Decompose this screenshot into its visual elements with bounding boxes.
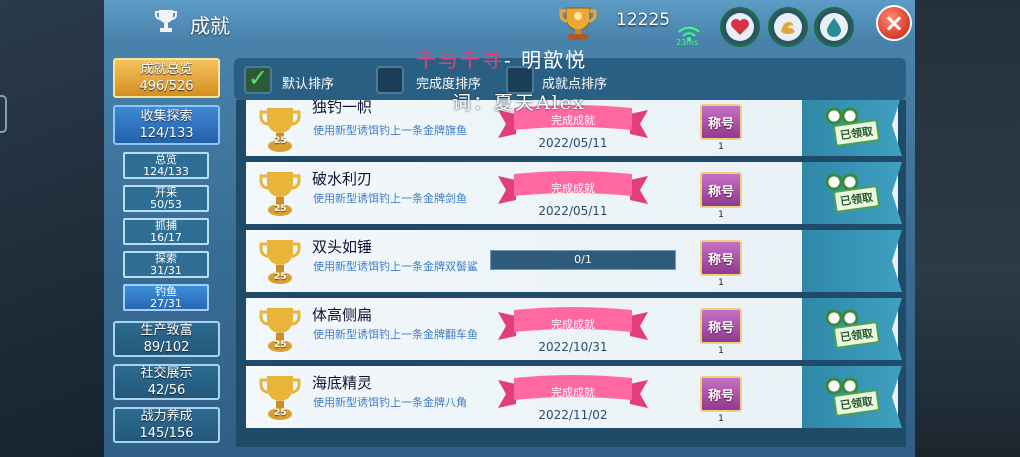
water-drop-icon <box>820 13 848 41</box>
sidebar-item-label: 战力养成 <box>140 409 193 424</box>
row-reward-band <box>802 230 902 292</box>
achievement-points: 25 <box>274 272 287 282</box>
lyric-artist: - 明歆悦 <box>504 48 588 72</box>
sidebar-subitem-label: 开采 <box>155 185 177 199</box>
achievement-desc: 使用新型诱饵钓上一条金牌旗鱼 <box>313 124 467 137</box>
achievement-desc: 使用新型诱饵钓上一条金牌八角 <box>313 396 467 409</box>
sidebar-subitem-count: 27/31 <box>150 296 182 310</box>
side-drawer-handle[interactable] <box>0 95 7 133</box>
ping-readout: 23ms <box>676 38 699 47</box>
sidebar-item-label: 生产致富 <box>140 323 193 338</box>
title-reward-badge[interactable]: 称号 <box>700 104 742 140</box>
progress-bar: 0/1 <box>490 250 676 270</box>
achievement-name: 海底精灵 <box>312 374 373 392</box>
sidebar-subitem-label: 钓鱼 <box>155 284 177 298</box>
reward-label: 称号 <box>707 388 734 404</box>
close-button[interactable]: × <box>876 5 912 41</box>
lyric-line-1: 千与千寻- 明歆悦 <box>416 44 587 73</box>
sidebar-item-label: 成就总览 <box>140 62 193 77</box>
gold-cup-icon <box>559 7 597 40</box>
heart-icon <box>726 13 754 41</box>
sidebar-item-power[interactable]: 战力养成 145/156 <box>113 407 220 443</box>
left-backdrop <box>0 0 104 457</box>
title-reward-badge[interactable]: 称号 <box>700 376 742 412</box>
achievement-points: 25 <box>274 408 287 418</box>
achievement-desc: 使用新型诱饵钓上一条金牌剑鱼 <box>313 192 467 205</box>
title-reward-badge[interactable]: 称号 <box>700 172 742 208</box>
sidebar-subitem-capture[interactable]: 抓捕 16/17 <box>123 218 209 245</box>
trophy-icon <box>155 10 177 32</box>
right-backdrop <box>915 0 1020 457</box>
progress-text: 0/1 <box>574 253 592 266</box>
achievement-name: 双头如锤 <box>312 238 373 256</box>
sidebar-item-count: 496/526 <box>139 79 194 94</box>
health-stat[interactable] <box>720 7 760 47</box>
achievement-points: 25 <box>274 136 287 146</box>
sidebar-subitem-count: 31/31 <box>150 263 182 277</box>
sidebar-item-count: 42/56 <box>147 383 186 398</box>
sidebar-subitem-label: 抓捕 <box>155 218 177 232</box>
achievement-name: 体高侧扁 <box>312 306 373 324</box>
sidebar-subitem-fishing[interactable]: 钓鱼 27/31 <box>123 284 209 311</box>
sidebar-subitem-label: 总览 <box>155 152 177 166</box>
page-title: 成就 <box>190 14 230 38</box>
sort-completion-checkbox[interactable] <box>376 66 404 94</box>
completion-date: 2022/11/02 <box>538 408 608 422</box>
reward-label: 称号 <box>707 116 734 132</box>
sidebar-item-social[interactable]: 社交展示 42/56 <box>113 364 220 400</box>
sidebar-subitem-count: 124/133 <box>143 164 189 178</box>
achievement-score: 12225 <box>616 10 671 30</box>
achievement-desc: 使用新型诱饵钓上一条金牌翻车鱼 <box>313 328 478 341</box>
completion-date: 2022/05/11 <box>538 204 608 218</box>
achievement-points: 25 <box>274 204 287 214</box>
reward-count: 1 <box>718 346 724 356</box>
reward-count: 1 <box>718 414 724 424</box>
checkmark-icon: ✓ <box>248 64 269 92</box>
sidebar-item-label: 社交展示 <box>140 366 193 381</box>
reward-label: 称号 <box>707 320 734 336</box>
sidebar-item-overview[interactable]: 成就总览 496/526 <box>113 58 220 98</box>
achievement-name: 独钓一帜 <box>312 100 373 116</box>
achievement-desc: 使用新型诱饵钓上一条金牌双髻鲨 <box>313 260 478 273</box>
completion-date: 2022/05/11 <box>538 136 608 150</box>
title-reward-badge[interactable]: 称号 <box>700 240 742 276</box>
water-stat[interactable] <box>814 7 854 47</box>
sidebar-subitem-summary[interactable]: 总览 124/133 <box>123 152 209 179</box>
sidebar-subitem-explore[interactable]: 探索 31/31 <box>123 251 209 278</box>
sort-default-label: 默认排序 <box>282 77 335 92</box>
reward-label: 称号 <box>707 184 734 200</box>
status-text: 完成成就 <box>551 318 595 331</box>
title-reward-badge[interactable]: 称号 <box>700 308 742 344</box>
sidebar-subitem-count: 16/17 <box>150 230 182 244</box>
sidebar-subitem-mining[interactable]: 开采 50/53 <box>123 185 209 212</box>
sidebar-subitem-label: 探索 <box>155 251 177 265</box>
sidebar-item-count: 124/133 <box>139 126 194 141</box>
reward-count: 1 <box>718 142 724 152</box>
sidebar-item-production[interactable]: 生产致富 89/102 <box>113 321 220 357</box>
achievement-list[interactable]: 25 独钓一帜 使用新型诱饵钓上一条金牌旗鱼 完成成就 2022/05/11 称… <box>236 100 906 447</box>
achievement-name: 破水利刃 <box>312 170 373 188</box>
reward-count: 1 <box>718 278 724 288</box>
lyric-line-2: 词：夏天Alex <box>452 92 586 114</box>
sidebar-subitem-count: 50/53 <box>150 197 182 211</box>
muscle-icon <box>774 13 802 41</box>
achievement-points: 25 <box>274 340 287 350</box>
reward-label: 称号 <box>707 252 734 268</box>
sidebar-item-collect-explore[interactable]: 收集探索 124/133 <box>113 105 220 145</box>
sidebar-item-count: 89/102 <box>143 340 190 355</box>
sort-default-checkbox[interactable]: ✓ <box>244 64 272 94</box>
close-icon: × <box>883 9 905 37</box>
sidebar-item-label: 收集探索 <box>140 109 193 124</box>
completion-date: 2022/10/31 <box>538 340 608 354</box>
status-text: 完成成就 <box>551 182 595 195</box>
sidebar-item-count: 145/156 <box>139 426 194 441</box>
lyric-song-title: 千与千寻 <box>416 48 504 72</box>
trophy-icon <box>259 108 301 152</box>
reward-count: 1 <box>718 210 724 220</box>
strength-stat[interactable] <box>768 7 808 47</box>
status-text: 完成成就 <box>551 386 595 399</box>
